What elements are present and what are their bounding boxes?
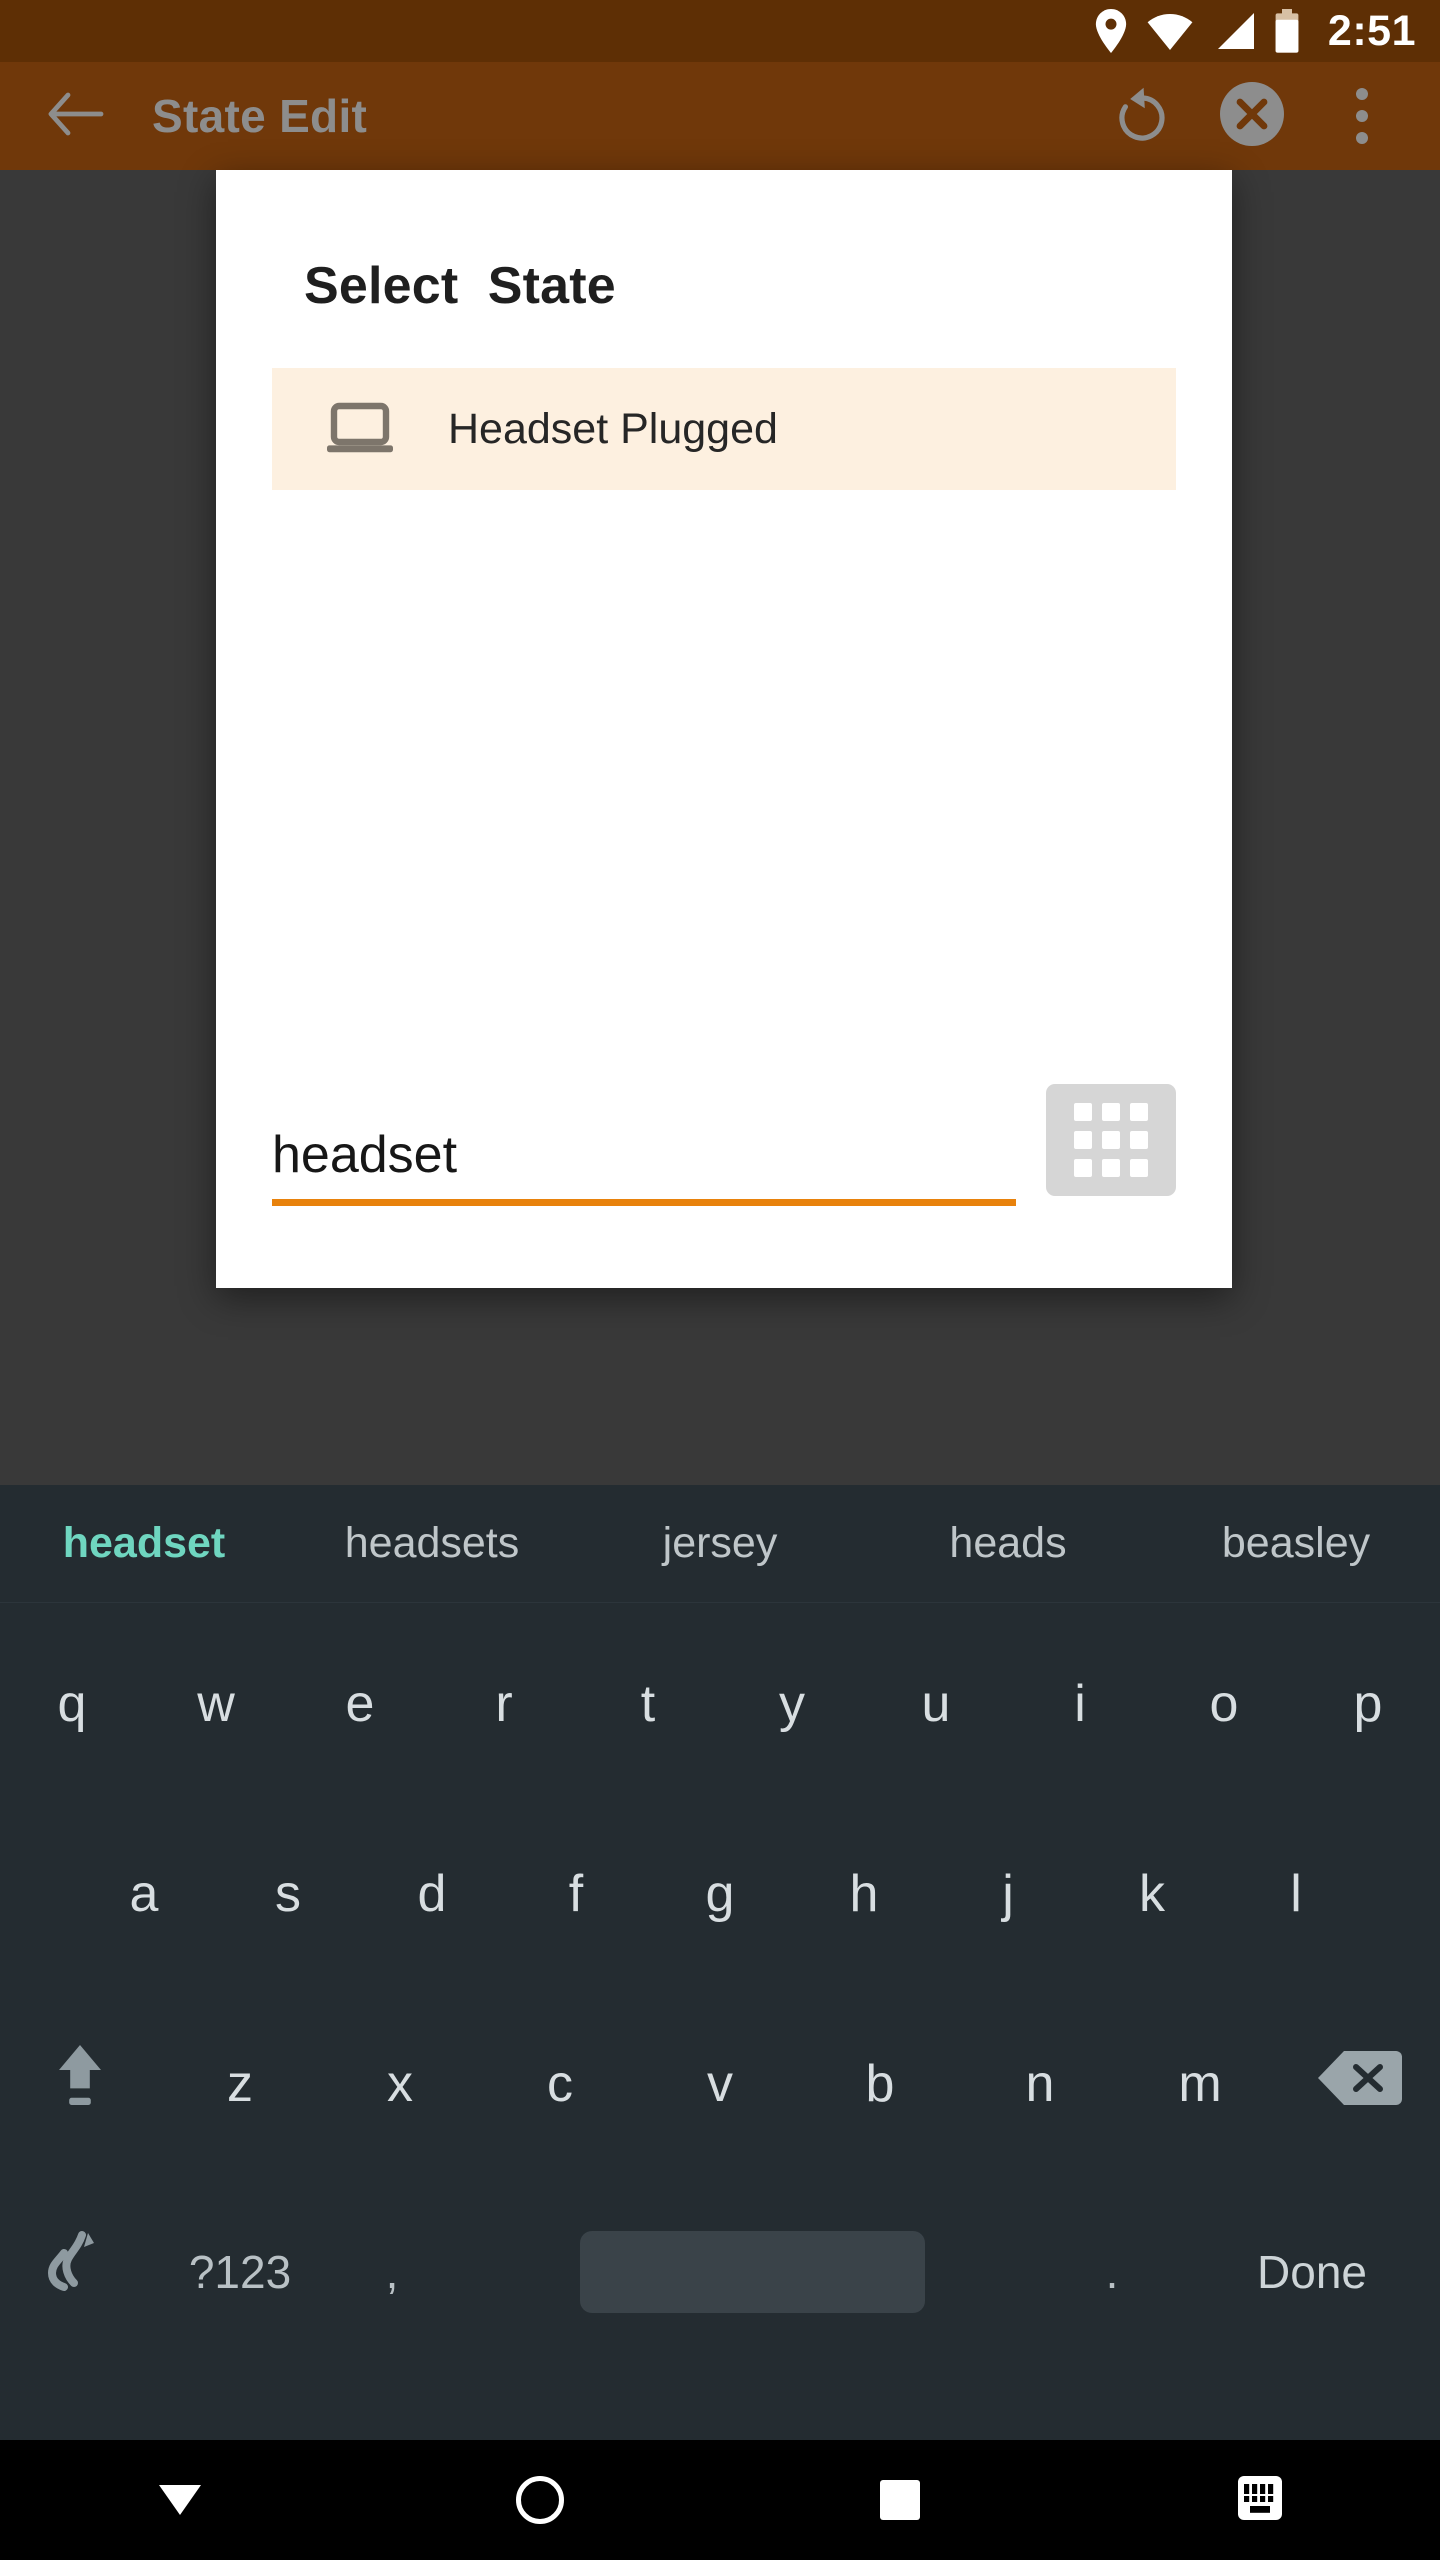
gesture-typing-key[interactable] bbox=[0, 2177, 160, 2367]
backspace-icon bbox=[1318, 2047, 1402, 2122]
switch-keyboard-button[interactable] bbox=[1080, 2472, 1440, 2529]
suggestion-item[interactable]: beasley bbox=[1152, 1519, 1440, 1568]
key-o[interactable]: o bbox=[1152, 1609, 1296, 1799]
key-p[interactable]: p bbox=[1296, 1609, 1440, 1799]
space-bar-icon bbox=[579, 2231, 925, 2313]
key-d[interactable]: d bbox=[360, 1799, 504, 1989]
key-z[interactable]: z bbox=[160, 1989, 320, 2179]
navigation-bar bbox=[0, 2440, 1440, 2560]
key-k[interactable]: k bbox=[1080, 1799, 1224, 1989]
search-input[interactable]: headset bbox=[272, 1128, 1016, 1199]
undo-icon bbox=[1111, 83, 1173, 150]
recents-button[interactable] bbox=[720, 2480, 1080, 2520]
home-icon bbox=[516, 2476, 564, 2524]
battery-icon bbox=[1274, 9, 1300, 53]
key-l[interactable]: l bbox=[1224, 1799, 1368, 1989]
key-x[interactable]: x bbox=[320, 1989, 480, 2179]
location-pin-icon bbox=[1094, 9, 1128, 53]
key-e[interactable]: e bbox=[288, 1609, 432, 1799]
app-bar-actions bbox=[1094, 68, 1440, 164]
search-field-wrapper[interactable]: headset bbox=[272, 1110, 1016, 1206]
key-y[interactable]: y bbox=[720, 1609, 864, 1799]
collapse-keyboard-icon bbox=[153, 2471, 207, 2530]
back-button[interactable] bbox=[0, 91, 152, 142]
suggestion-strip: headset headsets jersey heads beasley bbox=[0, 1485, 1440, 1603]
search-underline bbox=[272, 1198, 1016, 1206]
wifi-icon bbox=[1146, 11, 1194, 51]
done-key[interactable]: Done bbox=[1184, 2177, 1440, 2367]
key-j[interactable]: j bbox=[936, 1799, 1080, 1989]
suggestion-item[interactable]: headsets bbox=[288, 1519, 576, 1568]
period-key[interactable]: . bbox=[1040, 2177, 1184, 2367]
suggestion-item[interactable]: heads bbox=[864, 1519, 1152, 1568]
key-c[interactable]: c bbox=[480, 1989, 640, 2179]
overflow-menu-button[interactable] bbox=[1314, 68, 1410, 164]
keyboard-row-4: ?123 , . Done bbox=[0, 2179, 1440, 2365]
collapse-keyboard-button[interactable] bbox=[0, 2471, 360, 2530]
keyboard-row-1: q w e r t y u i o p bbox=[0, 1609, 1440, 1799]
keyboard-rows: q w e r t y u i o p a s d f g h j k l z … bbox=[0, 1603, 1440, 2365]
cancel-icon bbox=[1218, 80, 1286, 153]
key-n[interactable]: n bbox=[960, 1989, 1120, 2179]
key-s[interactable]: s bbox=[216, 1799, 360, 1989]
space-key[interactable] bbox=[464, 2177, 1040, 2367]
undo-button[interactable] bbox=[1094, 68, 1190, 164]
app-bar: State Edit bbox=[0, 62, 1440, 170]
state-list: Headset Plugged bbox=[216, 368, 1232, 490]
back-arrow-icon bbox=[47, 91, 105, 142]
key-m[interactable]: m bbox=[1120, 1989, 1280, 2179]
list-item-label: Headset Plugged bbox=[448, 404, 778, 453]
suggestion-item[interactable]: jersey bbox=[576, 1519, 864, 1568]
shift-icon bbox=[52, 2041, 108, 2128]
key-r[interactable]: r bbox=[432, 1609, 576, 1799]
shift-key[interactable] bbox=[0, 1989, 160, 2179]
key-u[interactable]: u bbox=[864, 1609, 1008, 1799]
key-w[interactable]: w bbox=[144, 1609, 288, 1799]
key-i[interactable]: i bbox=[1008, 1609, 1152, 1799]
key-q[interactable]: q bbox=[0, 1609, 144, 1799]
key-h[interactable]: h bbox=[792, 1799, 936, 1989]
gesture-typing-icon bbox=[46, 2229, 114, 2316]
keyboard-row-2: a s d f g h j k l bbox=[0, 1799, 1440, 1989]
home-button[interactable] bbox=[360, 2476, 720, 2524]
overflow-menu-icon bbox=[1356, 132, 1368, 144]
list-item[interactable]: Headset Plugged bbox=[272, 368, 1176, 490]
status-bar: 2:51 bbox=[0, 0, 1440, 62]
recents-icon bbox=[880, 2480, 920, 2520]
key-f[interactable]: f bbox=[504, 1799, 648, 1989]
status-bar-clock: 2:51 bbox=[1327, 6, 1416, 55]
overflow-menu-icon bbox=[1356, 110, 1368, 122]
key-b[interactable]: b bbox=[800, 1989, 960, 2179]
select-state-dialog: Select State Headset Plugged headset bbox=[216, 170, 1232, 1288]
comma-key[interactable]: , bbox=[320, 2177, 464, 2367]
key-v[interactable]: v bbox=[640, 1989, 800, 2179]
dialog-title: Select State bbox=[304, 257, 616, 315]
keyboard-switch-icon bbox=[1234, 2472, 1286, 2529]
keyboard-row-3: z x c v b n m bbox=[0, 1989, 1440, 2179]
app-root: 2:51 State Edit Select State Headset Plu… bbox=[0, 0, 1440, 2560]
key-g[interactable]: g bbox=[648, 1799, 792, 1989]
backspace-key[interactable] bbox=[1280, 1989, 1440, 2179]
dialog-bottom-bar: headset bbox=[216, 1028, 1232, 1288]
laptop-icon bbox=[272, 401, 448, 457]
grid-icon bbox=[1074, 1103, 1148, 1177]
key-t[interactable]: t bbox=[576, 1609, 720, 1799]
key-a[interactable]: a bbox=[72, 1799, 216, 1989]
soft-keyboard: headset headsets jersey heads beasley q … bbox=[0, 1485, 1440, 2440]
page-title: State Edit bbox=[152, 90, 368, 142]
suggestion-item[interactable]: headset bbox=[0, 1519, 288, 1568]
cancel-button[interactable] bbox=[1204, 68, 1300, 164]
grid-button[interactable] bbox=[1046, 1084, 1176, 1196]
symbols-key[interactable]: ?123 bbox=[160, 2177, 320, 2367]
overflow-menu-icon bbox=[1356, 88, 1368, 100]
signal-icon bbox=[1212, 11, 1256, 51]
